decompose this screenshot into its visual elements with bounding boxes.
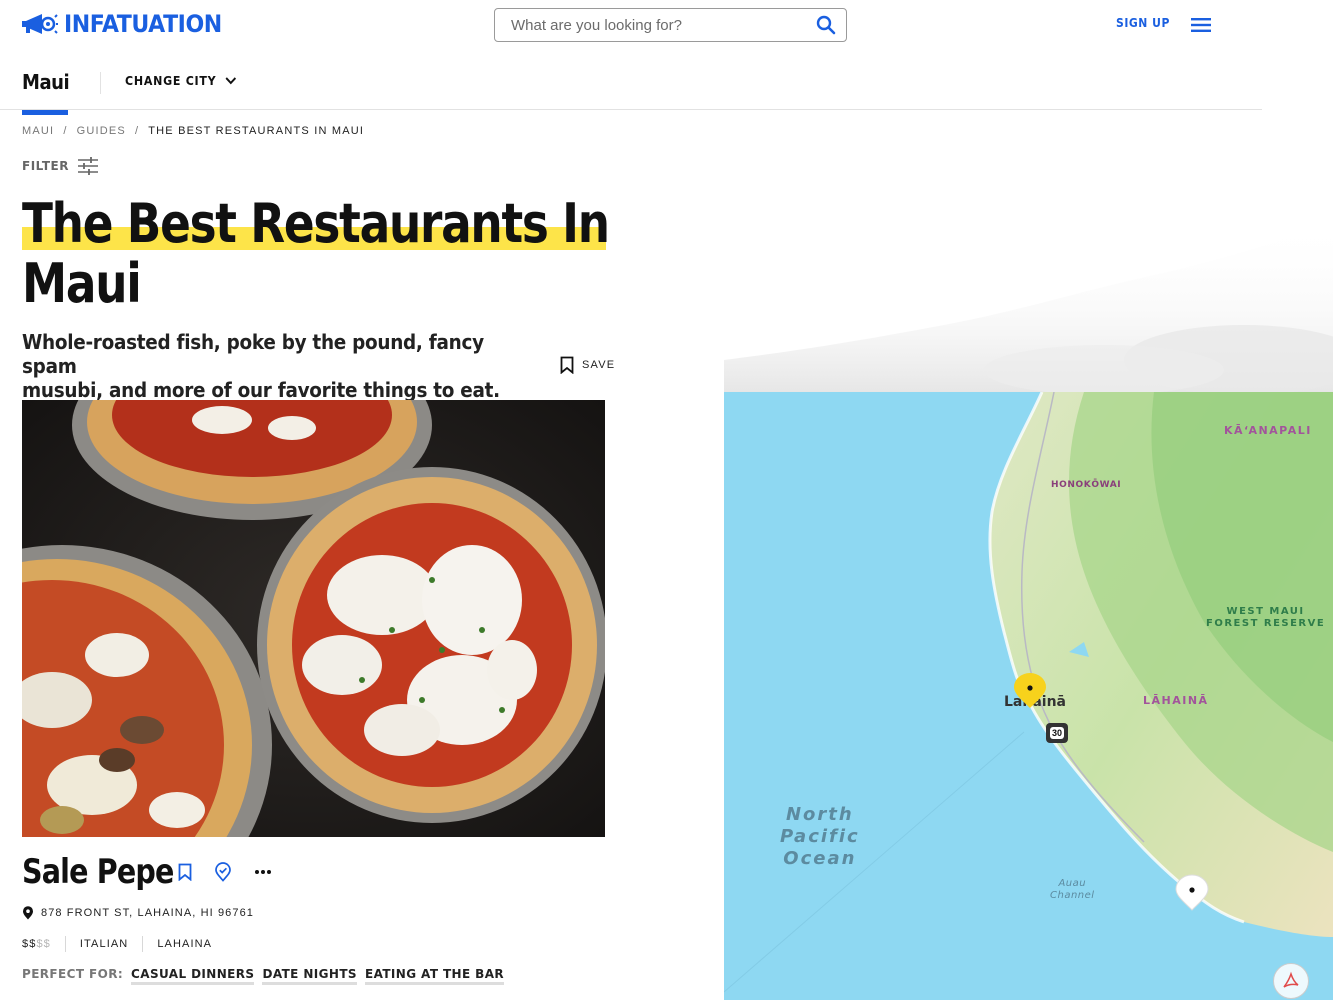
map-cloud-fade <box>724 220 1333 393</box>
tag-casual-dinners[interactable]: CASUAL DINNERS <box>131 967 255 985</box>
current-city[interactable]: Maui <box>22 70 70 94</box>
restaurant-actions <box>178 862 272 882</box>
map-label-lahaina-region: LĀHAINĀ <box>1143 694 1209 707</box>
address-text[interactable]: 878 FRONT ST, LAHAINA, HI 96761 <box>41 907 254 919</box>
filter-button[interactable]: FILTER <box>22 157 98 175</box>
map-pin-icon <box>23 906 33 920</box>
restaurant-address: 878 FRONT ST, LAHAINA, HI 96761 <box>22 906 254 920</box>
city-bar: Maui CHANGE CITY <box>0 56 1262 115</box>
save-label: SAVE <box>582 359 616 371</box>
channel-line-1: Auau <box>1058 878 1087 889</box>
hamburger-menu-icon[interactable] <box>1191 17 1211 33</box>
sliders-icon <box>77 157 98 175</box>
more-options-icon[interactable] <box>254 869 272 875</box>
restaurant-meta: $$$$ ITALIAN LAHAINA <box>22 936 212 952</box>
divider <box>142 936 144 952</box>
map-view[interactable]: KĀʻANAPALI HONOKŌWAI WEST MAUI FOREST RE… <box>724 392 1333 1000</box>
price-level: $$$$ <box>22 938 51 950</box>
cuisine-link[interactable]: ITALIAN <box>80 938 128 950</box>
breadcrumb: MAUI / GUIDES / THE BEST RESTAURANTS IN … <box>22 125 364 137</box>
title-line-1: The Best Restaurants In <box>22 192 610 255</box>
restaurant-name[interactable]: Sale Pepe <box>22 852 174 892</box>
divider <box>64 936 66 952</box>
forest-line-2: FOREST RESERVE <box>1206 618 1326 629</box>
change-city-dropdown[interactable]: CHANGE CITY <box>125 74 237 88</box>
channel-line-2: Channel <box>1050 890 1095 901</box>
subtitle-line-2: musubi, and more of our favorite things … <box>22 378 500 402</box>
bookmark-icon[interactable] <box>178 863 192 881</box>
acrobat-icon <box>1283 971 1299 988</box>
map-label-honokowai: HONOKŌWAI <box>1051 480 1122 490</box>
breadcrumb-item-current: THE BEST RESTAURANTS IN MAUI <box>148 125 365 137</box>
bookmark-icon <box>560 356 574 374</box>
logo[interactable]: INFATUATION <box>20 10 236 38</box>
subtitle-line-1: Whole-roasted fish, poke by the pound, f… <box>22 330 484 378</box>
map-pin[interactable] <box>1174 874 1210 912</box>
ocean-line-3: Ocean <box>783 848 857 869</box>
search-input[interactable] <box>511 16 816 34</box>
ocean-line-1: North <box>785 804 854 825</box>
map-label-ocean: North Pacific Ocean <box>780 804 860 870</box>
sign-up-link[interactable]: SIGN UP <box>1116 16 1170 30</box>
forest-line-1: WEST MAUI <box>1226 606 1305 617</box>
neighborhood-link[interactable]: LAHAINA <box>157 938 212 950</box>
price-inactive: $$ <box>36 938 51 950</box>
map-label-forest-reserve: WEST MAUI FOREST RESERVE <box>1206 606 1325 630</box>
page-title: The Best Restaurants In Maui <box>22 194 622 314</box>
breadcrumb-item-maui[interactable]: MAUI <box>22 125 54 137</box>
breadcrumb-separator: / <box>134 125 140 137</box>
price-active: $$ <box>22 938 37 950</box>
highway-shield-30: 30 <box>1046 723 1068 743</box>
map-pin-selected[interactable] <box>1012 672 1048 710</box>
title-line-2: Maui <box>22 252 142 315</box>
chevron-down-icon <box>225 77 237 85</box>
megaphone-logo-icon <box>22 14 58 34</box>
perfect-for-tags: PERFECT FOR: CASUAL DINNERS DATE NIGHTS … <box>22 967 505 985</box>
city-active-indicator <box>22 110 68 115</box>
filter-label: FILTER <box>22 159 69 173</box>
site-header: INFATUATION SIGN UP <box>0 0 1333 50</box>
tag-date-nights[interactable]: DATE NIGHTS <box>262 967 357 985</box>
location-check-icon[interactable] <box>214 862 232 882</box>
pdf-download-button[interactable] <box>1273 963 1309 999</box>
save-guide-button[interactable]: SAVE <box>560 356 615 374</box>
ocean-line-2: Pacific <box>780 826 860 847</box>
breadcrumb-separator: / <box>63 125 68 137</box>
pizza-photo-illustration <box>22 400 605 837</box>
map-label-channel: Auau Channel <box>1050 878 1095 902</box>
tag-eating-at-the-bar[interactable]: EATING AT THE BAR <box>364 967 505 985</box>
highway-number: 30 <box>1049 727 1064 739</box>
brand-name: INFATUATION <box>64 10 222 38</box>
divider <box>100 72 101 94</box>
restaurant-photo[interactable] <box>22 400 605 837</box>
search-icon[interactable] <box>816 15 836 35</box>
breadcrumb-item-guides[interactable]: GUIDES <box>77 125 126 137</box>
search-box[interactable] <box>494 8 847 42</box>
guide-subtitle: Whole-roasted fish, poke by the pound, f… <box>22 330 562 402</box>
perfect-for-label: PERFECT FOR: <box>22 967 124 981</box>
change-city-label: CHANGE CITY <box>125 74 217 88</box>
map-label-kaanapali: KĀʻANAPALI <box>1224 424 1312 437</box>
